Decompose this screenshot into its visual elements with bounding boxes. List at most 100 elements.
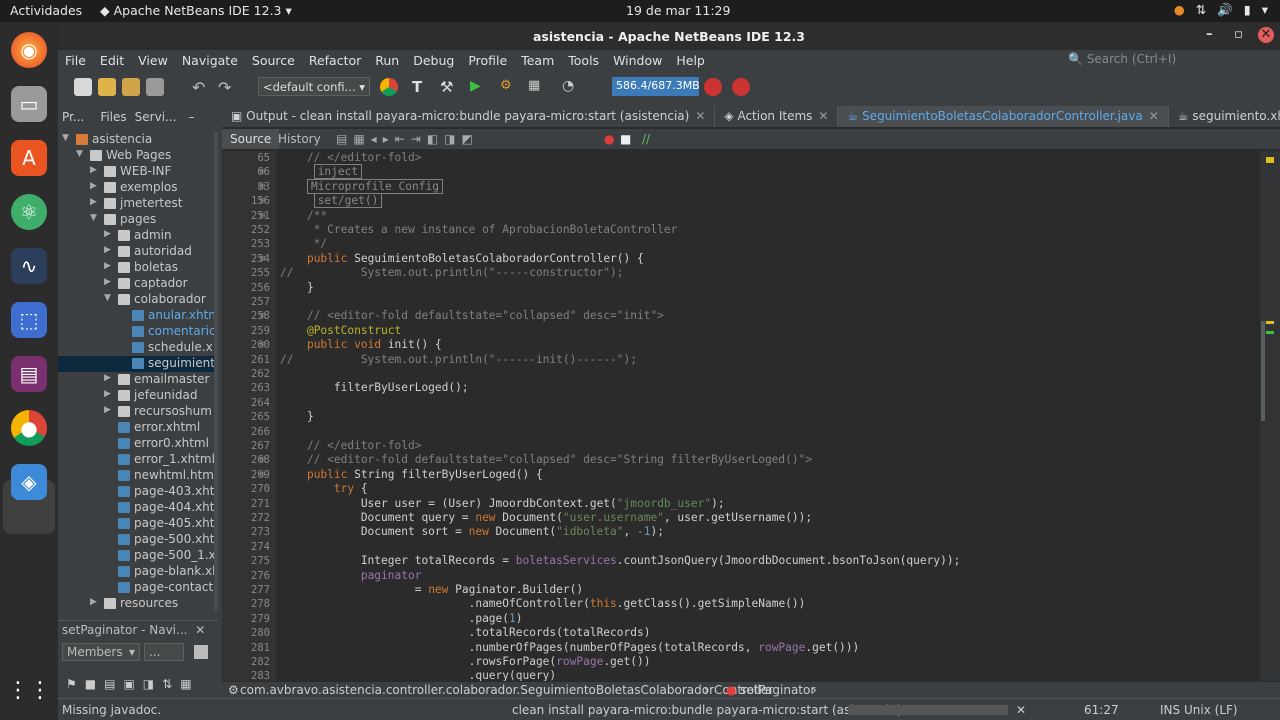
menu-view[interactable]: View <box>131 50 175 72</box>
tree-item[interactable]: ▶ autoridad <box>58 244 214 260</box>
tree-item[interactable]: page-404.xht <box>58 500 214 516</box>
cancel-task-icon[interactable]: ✕ <box>1016 703 1026 717</box>
expand-arrow-icon[interactable]: ▶ <box>90 165 97 175</box>
memory-indicator[interactable]: 586.4/687.3MB <box>612 77 700 96</box>
menu-window[interactable]: Window <box>606 50 669 72</box>
warning-marker[interactable] <box>1266 157 1274 163</box>
expand-arrow-icon[interactable]: ▶ <box>90 181 97 191</box>
undo-icon[interactable]: ↶ <box>192 78 210 97</box>
menu-navigate[interactable]: Navigate <box>175 50 245 72</box>
tree-item[interactable]: ▼ pages <box>58 212 214 228</box>
menu-team[interactable]: Team <box>514 50 561 72</box>
open-project-icon[interactable] <box>122 78 140 96</box>
collapse-arrow-icon[interactable]: ▼ <box>90 213 97 223</box>
menu-help[interactable]: Help <box>669 50 712 72</box>
editor-tab[interactable]: ◈ Action Items ✕ <box>715 106 839 127</box>
clock[interactable]: 19 de mar 11:29 <box>626 3 730 18</box>
source-tab[interactable]: Source <box>222 129 280 149</box>
expand-arrow-icon[interactable]: ▶ <box>104 405 111 415</box>
menu-file[interactable]: File <box>58 50 93 72</box>
system-tray[interactable]: ● ⇅ 🔊 ▮ ▾ <box>1174 2 1268 18</box>
menu-refactor[interactable]: Refactor <box>302 50 368 72</box>
tree-item[interactable]: error_1.xhtml <box>58 452 214 468</box>
fold-toggle-icon[interactable]: ⊞ <box>260 455 265 465</box>
close-tab-icon[interactable]: ✕ <box>1149 109 1159 123</box>
collapse-arrow-icon[interactable]: ▼ <box>76 149 83 159</box>
maximize-button[interactable]: ▫ <box>1234 27 1243 42</box>
gc-icon[interactable] <box>704 78 722 96</box>
collapsed-fold-block[interactable]: set/get() <box>313 193 383 209</box>
media-icon[interactable]: ▤ <box>11 356 47 392</box>
config-select[interactable]: <default confi... ▾ <box>258 77 370 96</box>
tree-item[interactable]: ▼ Web Pages <box>58 148 214 164</box>
menu-run[interactable]: Run <box>368 50 406 72</box>
activities-button[interactable]: Actividades <box>10 3 82 18</box>
editor-tab[interactable]: ☕ seguimiento.xhtml✕ <box>1169 106 1280 127</box>
profile-icon[interactable]: ▦ <box>528 78 546 96</box>
editor-tab[interactable]: ☕ SeguimientoBoletasColaboradorControlle… <box>838 106 1169 127</box>
tree-item[interactable]: error.xhtml <box>58 420 214 436</box>
history-tab[interactable]: History <box>278 132 321 146</box>
netbeans-icon[interactable]: ◈ <box>11 464 47 500</box>
navigator-options-icon[interactable] <box>194 645 208 659</box>
fold-toggle-icon[interactable]: ⊞ <box>260 340 265 350</box>
tree-item[interactable]: page-500_1.x <box>58 548 214 564</box>
breadcrumb-class[interactable]: com.avbravo.asistencia.controller.colabo… <box>240 683 773 697</box>
tree-item[interactable]: page-405.xht <box>58 516 214 532</box>
running-task[interactable]: clean install payara-micro:bundle payara… <box>512 703 902 717</box>
tree-item[interactable]: ▼ asistencia <box>58 132 214 148</box>
tree-item[interactable]: error0.xhtml <box>58 436 214 452</box>
expand-arrow-icon[interactable]: ▶ <box>104 229 111 239</box>
expand-arrow-icon[interactable]: ▶ <box>104 277 111 287</box>
filter-select[interactable]: ... <box>144 643 184 661</box>
debug-icon[interactable]: ⚙ <box>500 78 518 96</box>
expand-arrow-icon[interactable]: ▶ <box>90 197 97 207</box>
gc-run-icon[interactable] <box>732 78 750 96</box>
search-input[interactable]: Search (Ctrl+I) <box>1087 52 1176 66</box>
new-project-icon[interactable] <box>98 78 116 96</box>
minimize-button[interactable]: – <box>1206 27 1213 42</box>
tree-item[interactable]: ▶ WEB-INF <box>58 164 214 180</box>
build-icon[interactable]: T <box>412 78 430 96</box>
annotation-marker[interactable] <box>1266 321 1274 324</box>
tree-item[interactable]: ▶ jefeunidad <box>58 388 214 404</box>
editor-scrollbar[interactable] <box>1261 321 1265 421</box>
tree-item[interactable]: ▶ resources <box>58 596 214 610</box>
fold-toggle-icon[interactable]: ⊞ <box>260 182 265 192</box>
firefox-icon[interactable]: ◉ <box>11 32 47 68</box>
expand-arrow-icon[interactable]: ▶ <box>90 597 97 607</box>
tree-item[interactable]: page-blank.xh <box>58 564 214 580</box>
tree-item[interactable]: ▶ admin <box>58 228 214 244</box>
tree-item[interactable]: comentaric <box>58 324 214 340</box>
menu-profile[interactable]: Profile <box>461 50 514 72</box>
expand-arrow-icon[interactable]: ▶ <box>104 389 111 399</box>
collapsed-fold-block[interactable]: Microprofile Config <box>306 178 443 194</box>
expand-arrow-icon[interactable]: ▶ <box>104 373 111 383</box>
fold-toggle-icon[interactable]: ⊞ <box>260 211 265 221</box>
collapse-arrow-icon[interactable]: ▼ <box>62 133 69 143</box>
filter-static-icon[interactable]: ■ <box>85 677 96 691</box>
tree-item[interactable]: anular.xhtn <box>58 308 214 324</box>
system-monitor-icon[interactable]: ∿ <box>11 248 47 284</box>
record-macro-icon[interactable]: ● <box>604 132 614 146</box>
tree-item[interactable]: ▶ jmetertest <box>58 196 214 212</box>
tab-services[interactable]: Servi... <box>131 106 181 128</box>
software-icon[interactable]: A <box>11 140 47 176</box>
tree-item[interactable]: ▶ emailmaster <box>58 372 214 388</box>
collapsed-fold-block[interactable]: inject <box>313 164 363 180</box>
tree-item[interactable]: page-403.xht <box>58 484 214 500</box>
tree-scrollbar[interactable] <box>214 132 218 610</box>
fold-toggle-icon[interactable]: ⊞ <box>260 254 265 264</box>
tree-item[interactable]: seguimient <box>58 356 214 372</box>
close-icon[interactable]: ✕ <box>195 623 205 637</box>
close-button[interactable]: ✕ <box>1258 27 1274 43</box>
filter-fields-icon[interactable]: ⚑ <box>66 677 77 691</box>
files-icon[interactable]: ▭ <box>11 86 47 122</box>
tree-item[interactable]: newhtml.html <box>58 468 214 484</box>
menu-edit[interactable]: Edit <box>93 50 131 72</box>
grid-icon[interactable]: ▦ <box>180 677 191 691</box>
clean-build-icon[interactable]: ⚒ <box>440 78 458 96</box>
close-tab-icon[interactable]: ✕ <box>818 109 828 123</box>
tree-item[interactable]: page-contact. <box>58 580 214 596</box>
profile-ide-icon[interactable]: ◔ <box>562 78 580 96</box>
